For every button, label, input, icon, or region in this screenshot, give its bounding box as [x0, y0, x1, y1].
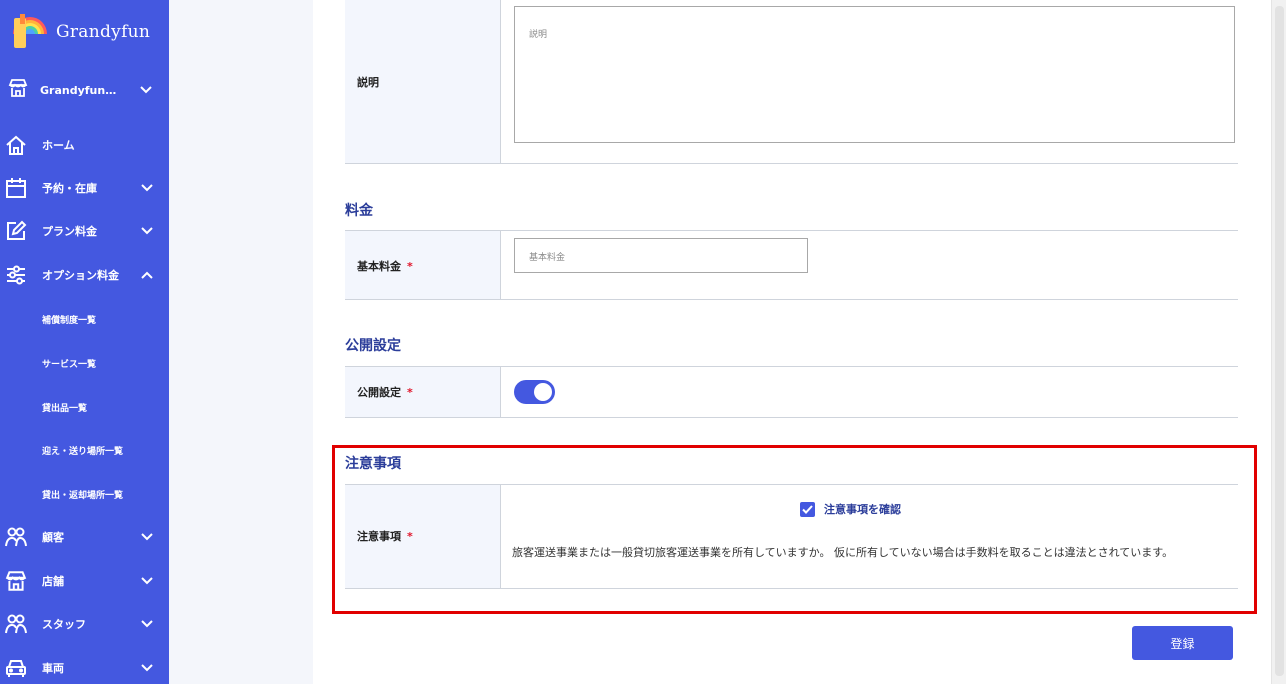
nav-item-plan-price[interactable]: プラン料金 — [0, 216, 169, 246]
store-icon — [5, 570, 27, 592]
nav-item-label: プラン料金 — [42, 225, 97, 238]
chevron-up-icon — [141, 271, 153, 279]
description-label: 説明 — [357, 76, 379, 89]
nav-item-reservations[interactable]: 予約・在庫 — [0, 173, 169, 203]
nav-item-customers[interactable]: 顧客 — [0, 522, 169, 552]
base-price-input[interactable]: 基本料金 — [514, 238, 808, 273]
toggle-knob — [534, 383, 552, 401]
nav-item-vehicles[interactable]: 車両 — [0, 653, 169, 683]
brand-name: Grandyfun — [56, 22, 151, 42]
scrollbar-thumb[interactable] — [1275, 6, 1284, 676]
car-icon — [5, 657, 27, 679]
chevron-down-icon — [141, 664, 153, 672]
highlight-box — [332, 445, 1257, 614]
description-textarea[interactable]: 説明 — [514, 6, 1235, 143]
calendar-icon — [5, 177, 27, 199]
nav-item-home[interactable]: ホーム — [0, 130, 169, 160]
publish-section-title: 公開設定 — [345, 338, 401, 354]
brand-logo[interactable]: Grandyfun — [10, 10, 150, 54]
publish-row: 公開設定 * — [345, 366, 1238, 418]
sub-item-rental-return-locations[interactable]: 貸出・返却場所一覧 — [42, 488, 123, 501]
users-icon — [5, 613, 27, 635]
sliders-icon — [5, 264, 27, 286]
sidebar: Grandyfun Grandyfun… ホーム 予約・在庫 プラン料金 オプシ… — [0, 0, 169, 684]
nav-item-label: 車両 — [42, 662, 64, 675]
submit-button[interactable]: 登録 — [1132, 626, 1233, 660]
nav-item-label: スタッフ — [42, 618, 86, 631]
edit-icon — [5, 220, 27, 242]
chevron-down-icon — [141, 533, 153, 541]
description-row-header: 説明 — [345, 0, 501, 163]
sub-item-services[interactable]: サービス一覧 — [42, 357, 96, 370]
store-selector-label: Grandyfun… — [40, 83, 117, 97]
nav-item-label: オプション料金 — [42, 269, 119, 282]
sub-item-pickup-locations[interactable]: 迎え・送り場所一覧 — [42, 444, 123, 457]
nav-item-option-price[interactable]: オプション料金 — [0, 260, 169, 290]
chevron-down-icon — [141, 577, 153, 585]
base-price-row-header: 基本料金 * — [345, 231, 501, 299]
nav-item-label: 顧客 — [42, 531, 64, 544]
publish-row-header: 公開設定 * — [345, 367, 501, 417]
chevron-down-icon — [141, 620, 153, 628]
nav-item-stores[interactable]: 店舗 — [0, 566, 169, 596]
publish-label: 公開設定 * — [357, 386, 413, 399]
nav-item-label: 店舗 — [42, 575, 64, 588]
store-icon — [8, 78, 28, 102]
required-mark: * — [407, 386, 413, 399]
publish-toggle[interactable] — [514, 380, 555, 404]
home-icon — [5, 134, 27, 156]
chevron-down-icon — [141, 184, 153, 192]
nav-item-label: 予約・在庫 — [42, 182, 97, 195]
base-price-placeholder: 基本料金 — [529, 253, 566, 263]
required-mark: * — [407, 260, 413, 273]
description-placeholder: 説明 — [529, 30, 548, 40]
sub-item-compensation[interactable]: 補償制度一覧 — [42, 313, 96, 326]
store-selector[interactable]: Grandyfun… — [8, 76, 158, 104]
scrollbar[interactable] — [1271, 0, 1286, 684]
nav-item-staff[interactable]: スタッフ — [0, 609, 169, 639]
users-icon — [5, 526, 27, 548]
sub-item-rental-goods[interactable]: 貸出品一覧 — [42, 401, 87, 414]
price-section-title: 料金 — [345, 203, 373, 219]
chevron-down-icon — [140, 86, 152, 94]
logo-icon — [10, 12, 50, 52]
base-price-label: 基本料金 * — [357, 260, 413, 273]
chevron-down-icon — [141, 227, 153, 235]
nav-item-label: ホーム — [42, 139, 75, 152]
